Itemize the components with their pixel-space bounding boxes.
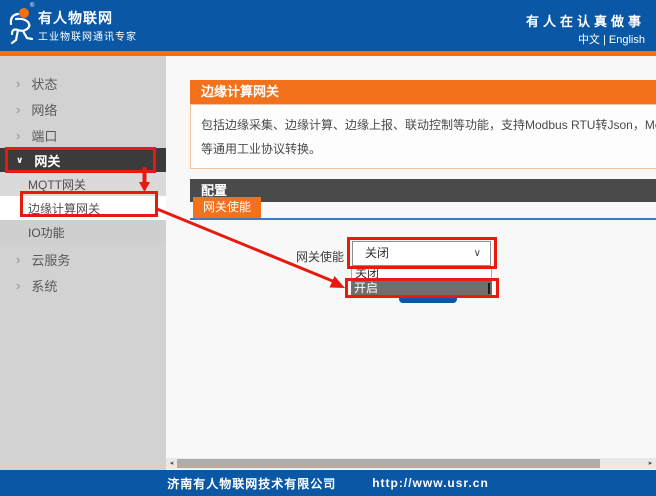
footer: 济南有人物联网技术有限公司 http://www.usr.cn xyxy=(0,470,656,496)
header-slogan: 有人在认真做事 xyxy=(526,11,645,30)
sidebar-item-label: 网关 xyxy=(34,151,60,170)
description-line-1: 包括边缘采集、边缘计算、边缘上报、联动控制等功能，支持Modbus RTU转Js… xyxy=(201,113,656,137)
sidebar-item-label: 状态 xyxy=(31,74,57,93)
header: ® 有人物联网 工业物联网通讯专家 有人在认真做事 中文 | English xyxy=(0,0,656,51)
dropdown-scrollbar xyxy=(488,283,490,294)
tab-underline xyxy=(190,218,656,220)
sidebar-subitem-mqtt-gateway[interactable]: MQTT网关 xyxy=(0,172,166,196)
option-open-label: 开启 xyxy=(354,281,378,295)
sidebar-subitem-io-function[interactable]: IO功能 xyxy=(0,220,166,244)
usr-logo-icon xyxy=(7,5,37,47)
scroll-left-icon[interactable]: ◂ xyxy=(166,458,177,469)
logo-title: 有人物联网 xyxy=(38,8,113,28)
sidebar-item-status[interactable]: › 状态 xyxy=(0,70,166,96)
registered-mark: ® xyxy=(30,3,34,9)
sidebar-item-label: 网络 xyxy=(31,100,57,119)
horizontal-scrollbar[interactable]: ◂ ▸ xyxy=(166,458,656,469)
tab-gateway-enable[interactable]: 网关使能 xyxy=(193,197,261,218)
footer-link[interactable]: http://www.usr.cn xyxy=(372,476,489,490)
chevron-right-icon: › xyxy=(16,253,20,266)
sidebar-item-system[interactable]: › 系统 xyxy=(0,272,166,298)
option-close[interactable]: 关闭 xyxy=(351,266,492,281)
main-content: 边缘计算网关 包括边缘采集、边缘计算、边缘上报、联动控制等功能，支持Modbus… xyxy=(166,56,656,470)
sidebar-item-gateway[interactable]: ∨ 网关 xyxy=(0,148,166,172)
scroll-right-icon[interactable]: ▸ xyxy=(645,458,656,469)
page: ® 有人物联网 工业物联网通讯专家 有人在认真做事 中文 | English ›… xyxy=(0,0,656,496)
sidebar-item-cloud-service[interactable]: › 云服务 xyxy=(0,246,166,272)
sidebar-item-network[interactable]: › 网络 xyxy=(0,96,166,122)
language-switch[interactable]: 中文 | English xyxy=(578,31,645,47)
chevron-right-icon: › xyxy=(16,103,20,116)
sidebar: › 状态 › 网络 › 端口 ∨ 网关 MQTT网关 边缘计算网关 IO功能 ›… xyxy=(0,56,166,470)
option-open[interactable]: 开启 xyxy=(351,281,492,296)
description-box: 包括边缘采集、边缘计算、边缘上报、联动控制等功能，支持Modbus RTU转Js… xyxy=(190,104,656,169)
chevron-down-icon: ∨ xyxy=(16,156,23,165)
sidebar-item-label: 云服务 xyxy=(31,250,70,269)
chevron-right-icon: › xyxy=(16,129,20,142)
sidebar-subitem-label: 边缘计算网关 xyxy=(28,200,100,217)
sidebar-subitem-label: IO功能 xyxy=(28,224,65,241)
chevron-down-icon: ∨ xyxy=(474,242,481,265)
logo-subtitle: 工业物联网通讯专家 xyxy=(38,28,137,43)
footer-company: 济南有人物联网技术有限公司 xyxy=(167,475,336,492)
chevron-right-icon: › xyxy=(16,77,20,90)
chevron-right-icon: › xyxy=(16,279,20,292)
sidebar-item-label: 系统 xyxy=(31,276,57,295)
sidebar-item-label: 端口 xyxy=(31,126,57,145)
gateway-enable-label: 网关使能 xyxy=(266,248,344,265)
select-value: 关闭 xyxy=(365,246,389,260)
sidebar-subitem-label: MQTT网关 xyxy=(28,176,86,193)
page-title: 边缘计算网关 xyxy=(190,80,656,104)
sidebar-item-port[interactable]: › 端口 xyxy=(0,122,166,148)
gateway-enable-dropdown: 关闭 开启 xyxy=(351,266,492,296)
description-line-2: 等通用工业协议转换。 xyxy=(201,137,656,161)
sidebar-subitem-edge-gateway[interactable]: 边缘计算网关 xyxy=(0,196,166,220)
scrollbar-thumb[interactable] xyxy=(177,459,600,468)
gateway-enable-select[interactable]: 关闭 ∨ xyxy=(352,241,491,266)
